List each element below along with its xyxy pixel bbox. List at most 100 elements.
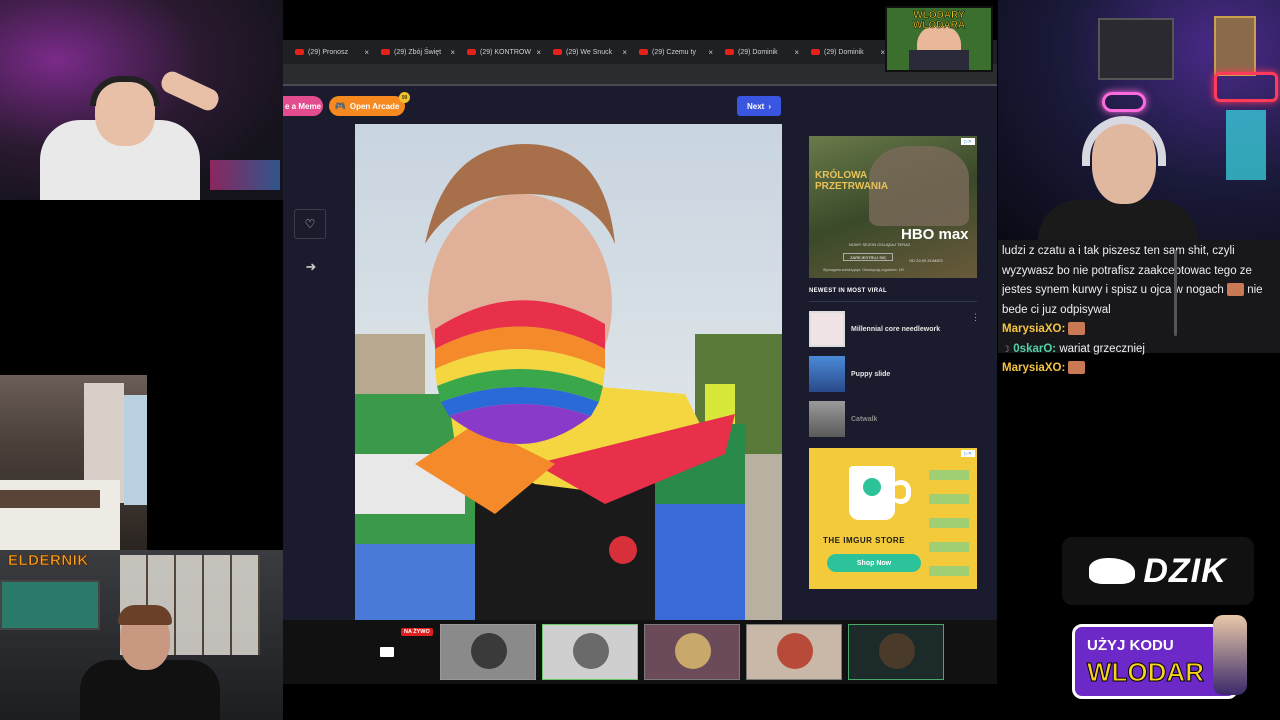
ad-cta-button[interactable]: ZAREJESTRUJ SIĘ [843,253,893,261]
close-icon[interactable]: × [794,48,799,57]
avatar [573,633,609,669]
browser-tab[interactable]: (29) Czemu ty × [635,42,717,62]
viral-item-label: Puppy slide [851,370,891,378]
make-meme-button[interactable]: e a Meme [283,96,323,116]
post-image [355,124,782,620]
next-button[interactable]: Next › [737,96,781,116]
chat-username[interactable]: 0skarO: [1013,343,1056,355]
adchoices-icon[interactable]: ▷✕ [961,138,975,145]
youtube-icon [811,49,820,55]
browser-tab[interactable]: (29) Dominik × [807,42,889,62]
divider [809,301,977,302]
imgur-store-label: THE IMGUR STORE [823,536,906,545]
gamepad-icon: 🎮 [334,100,346,111]
chat-text: wariat grzeczniej [1059,342,1145,355]
browser-tab[interactable]: (29) We Snuck × [549,42,631,62]
youtube-icon [467,49,476,55]
chat-panel: ludzi z czatu a i tak piszesz ten sam sh… [998,240,1280,375]
viral-thumbnail [809,401,845,437]
browser-tab[interactable]: (29) Dominik × [721,42,803,62]
participant-tile[interactable] [746,624,842,680]
browser-window: (29) Pronosz × (29) Zbój Święt × (29) KONT… [283,40,997,620]
close-icon[interactable]: × [622,48,627,57]
viral-item[interactable]: Puppy slide [809,356,977,392]
participant-tile[interactable] [848,624,944,680]
emote-icon [1068,361,1086,375]
boar-icon [1089,558,1136,584]
badge-icon: ☽ [1002,343,1011,354]
participant-tile[interactable] [440,624,536,680]
screen-share-icon [380,647,394,657]
browser-tab[interactable]: (29) Zbój Święt × [377,42,459,62]
viral-item[interactable]: Catwalk [809,401,977,437]
chat-message: ludzi z czatu a i tak piszesz ten sam sh… [1002,242,1276,320]
chat-text: ludzi z czatu a i tak piszesz ten sam sh… [1002,245,1252,296]
avatar [879,633,915,669]
arcade-button-label: Open Arcade [349,101,400,111]
youtube-icon [725,49,734,55]
avatar [675,633,711,669]
close-icon[interactable]: × [450,48,455,57]
tab-label: (29) Czemu ty [652,48,696,56]
webcam-top-right [998,0,1280,240]
promo-code-banner: UŻYJ KODU WLODAR [1072,615,1247,699]
promo-code: WLODAR [1087,657,1205,688]
chat-message: MarysiaXO: [1002,320,1276,340]
promo-line1: UŻYJ KODU [1087,637,1174,654]
chevron-right-icon: › [768,101,771,111]
tab-label: (29) We Snuck [566,48,613,56]
close-icon[interactable]: × [708,48,713,57]
character-mascot [1213,615,1247,695]
chat-username[interactable]: MarysiaXO: [1002,323,1065,335]
youtube-icon [553,49,562,55]
chat-message: MarysiaXO: [1002,359,1276,379]
imgur-store-ad[interactable]: ▷✕ THE IMGUR STORE Shop Now [809,448,977,589]
chat-scrollbar[interactable] [1174,250,1177,336]
emote-icon [1068,322,1086,336]
screen-share-tile[interactable]: NA ŻYWO [338,624,434,680]
youtube-icon [295,49,304,55]
newest-viral-heading: NEWEST IN MOST VIRAL [809,288,887,294]
viral-thumbnail [809,356,845,392]
meme-button-label: e a Meme [284,101,322,111]
dzik-text: DZIK [1143,551,1227,590]
open-arcade-button[interactable]: 🎮 Open Arcade [329,96,405,116]
youtube-icon [381,49,390,55]
youtube-icon [639,49,648,55]
browser-tab[interactable]: (29) KONTROW × [463,42,545,62]
ad-price: OD 29,99 ZŁ/MIES [909,258,943,263]
viral-thumbnail [809,311,845,347]
chat-username[interactable]: MarysiaXO: [1002,362,1065,374]
wlodary-logo: WLODARY WLODARA [885,6,993,72]
webcam-bottom-left [0,550,283,720]
avatar [777,633,813,669]
tab-label: (29) Pronosz [308,48,349,56]
participants-bar: NA ŻYWO [283,620,997,684]
eldernik-logo: ELDERNIK [8,552,89,570]
tab-label: (29) KONTROW [480,48,531,56]
share-arrow-icon: ➜ [305,259,317,274]
hbo-max-ad[interactable]: ▷✕ KRÓLOWA PRZETRWANIA HBO max NOWY SEZO… [809,136,977,278]
next-button-label: Next [746,101,765,111]
favorite-button[interactable]: ♡ [294,209,326,239]
chat-message: ☽ 0skarO: wariat grzeczniej [1002,340,1276,360]
rainbow-mask [435,300,605,444]
close-icon[interactable]: × [536,48,541,57]
live-badge: NA ŻYWO [401,628,433,636]
viral-item-label: Millennial core needlework [851,325,941,333]
imgur-page: e a Meme 🎮 Open Arcade 99 Next › ♡ ➜ ▷✕ … [283,88,997,620]
hbo-max-logo: HBO max [901,226,969,243]
browser-tab[interactable]: (29) Pronosz × [291,42,373,62]
more-options-icon[interactable]: ⋮ [971,312,980,323]
arcade-badge: 99 [399,92,410,103]
viral-item[interactable]: Millennial core needlework [809,311,977,347]
webcam-top-left [0,0,283,200]
wlodary-text: WLODARY WLODARA [912,10,966,31]
shop-now-button[interactable]: Shop Now [827,554,921,572]
close-icon[interactable]: × [364,48,369,57]
participant-tile[interactable] [644,624,740,680]
bedroom-image [0,375,147,550]
participant-tile[interactable] [542,624,638,680]
share-button[interactable]: ➜ [302,258,320,276]
emote-icon [1227,283,1244,297]
